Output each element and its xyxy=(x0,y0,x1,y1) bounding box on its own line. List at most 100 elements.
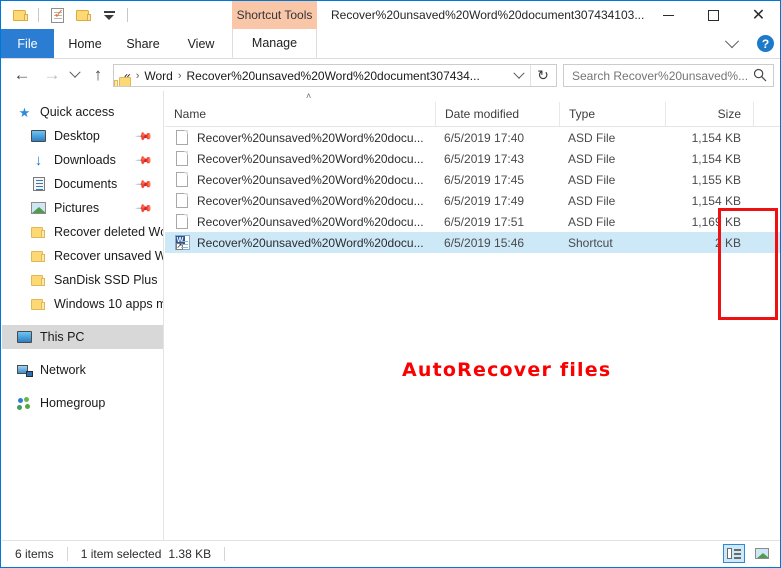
contextual-tab-shortcut-tools: Shortcut Tools xyxy=(232,1,317,29)
large-icons-view-button[interactable] xyxy=(751,544,773,563)
sidebar-item-label: Documents xyxy=(54,177,118,191)
status-selection-size: 1.38 KB xyxy=(168,546,212,561)
document-icon xyxy=(30,177,47,191)
file-date-cell: 6/5/2019 15:46 xyxy=(444,235,525,250)
homegroup-icon xyxy=(16,396,33,410)
pin-icon[interactable]: 📌 xyxy=(135,127,154,146)
table-row[interactable]: Recover%20unsaved%20Word%20docu... 6/5/2… xyxy=(165,169,780,190)
sidebar-item-windows-10-apps[interactable]: Windows 10 apps m xyxy=(2,292,163,316)
file-size-cell: 1,155 KB xyxy=(691,172,741,187)
forward-button[interactable]: → xyxy=(39,62,65,88)
breadcrumb-separator: › xyxy=(135,69,140,82)
sidebar-item-network[interactable]: Network xyxy=(2,358,163,382)
folder-icon xyxy=(30,298,47,311)
file-size-cell: 1,169 KB xyxy=(691,214,741,229)
sidebar-item-desktop[interactable]: Desktop 📌 xyxy=(2,124,163,148)
status-text-group: 6 items 1 item selected 1.38 KB xyxy=(2,541,226,566)
details-view-icon xyxy=(727,548,741,559)
column-header-row: Name Date modified Type Size xyxy=(165,102,780,127)
tab-file[interactable]: File xyxy=(1,29,54,58)
pin-icon[interactable]: 📌 xyxy=(135,199,154,218)
file-size-cell: 1,154 KB xyxy=(691,151,741,166)
tab-view[interactable]: View xyxy=(178,29,224,58)
title-bar: Shortcut Tools Recover%20unsaved%20Word%… xyxy=(1,1,780,29)
address-bar[interactable]: « › Word › Recover%20unsaved%20Word%20do… xyxy=(113,64,557,87)
monitor-icon xyxy=(16,331,33,343)
close-button[interactable]: ✕ xyxy=(736,1,780,29)
table-row[interactable]: ↗ Recover%20unsaved%20Word%20docu... 6/5… xyxy=(165,232,780,253)
file-type-cell: Shortcut xyxy=(568,235,613,250)
sidebar-item-label: SanDisk SSD Plus xyxy=(54,273,158,287)
monitor-icon xyxy=(30,130,47,142)
picture-icon xyxy=(30,202,47,214)
column-header-date-modified[interactable]: Date modified xyxy=(435,102,559,126)
help-icon: ? xyxy=(761,36,770,51)
expand-ribbon-button[interactable] xyxy=(718,29,746,58)
file-date-cell: 6/5/2019 17:40 xyxy=(444,130,525,145)
blank-file-icon xyxy=(174,172,190,187)
navigation-bar: ← → ↑ « › Word › Recover%20unsaved%20Wor… xyxy=(1,59,780,91)
sidebar-item-pictures[interactable]: Pictures 📌 xyxy=(2,196,163,220)
sidebar-item-recover-deleted-word[interactable]: Recover deleted Wc xyxy=(2,220,163,244)
table-row[interactable]: Recover%20unsaved%20Word%20docu... 6/5/2… xyxy=(165,190,780,211)
sidebar-item-this-pc[interactable]: This PC xyxy=(2,325,163,349)
sidebar-item-downloads[interactable]: ↓ Downloads 📌 xyxy=(2,148,163,172)
tab-share[interactable]: Share xyxy=(118,29,168,58)
status-selection-count: 1 item selected xyxy=(80,546,162,561)
search-input[interactable] xyxy=(572,68,750,83)
back-button[interactable]: ← xyxy=(9,62,35,88)
sidebar-item-label: Recover deleted Wc xyxy=(54,225,163,239)
annotation-caption: AutoRecover files xyxy=(402,359,612,381)
blank-file-icon xyxy=(174,193,190,208)
sidebar-item-homegroup[interactable]: Homegroup xyxy=(2,391,163,415)
chevron-down-icon xyxy=(513,67,525,79)
toolbar-divider xyxy=(127,8,128,22)
sidebar-item-label: Windows 10 apps m xyxy=(54,297,163,311)
contextual-tab-label: Shortcut Tools xyxy=(236,8,313,22)
sidebar-item-recover-unsaved-word[interactable]: Recover unsaved W xyxy=(2,244,163,268)
pin-icon[interactable]: 📌 xyxy=(135,151,154,170)
column-header-type[interactable]: Type xyxy=(559,102,665,126)
table-row[interactable]: Recover%20unsaved%20Word%20docu... 6/5/2… xyxy=(165,211,780,232)
word-shortcut-icon: ↗ xyxy=(174,235,190,250)
column-header-size[interactable]: Size xyxy=(665,102,753,126)
refresh-button[interactable]: ↻ xyxy=(530,65,555,86)
file-type-cell: ASD File xyxy=(568,151,616,166)
address-dropdown-button[interactable] xyxy=(508,65,530,86)
table-row[interactable]: Recover%20unsaved%20Word%20docu... 6/5/2… xyxy=(165,127,780,148)
customize-dropdown-icon[interactable] xyxy=(98,4,120,26)
tab-manage[interactable]: Manage xyxy=(232,29,317,58)
file-name-label: Recover%20unsaved%20Word%20docu... xyxy=(197,235,424,250)
sidebar-item-label: Homegroup xyxy=(40,396,106,410)
sidebar-item-sandisk-ssd-plus[interactable]: SanDisk SSD Plus xyxy=(2,268,163,292)
sidebar-item-label: Quick access xyxy=(40,105,115,119)
minimize-button[interactable] xyxy=(646,1,691,29)
details-view-button[interactable] xyxy=(723,544,745,563)
sidebar-item-label: Pictures xyxy=(54,201,100,215)
file-name-cell: Recover%20unsaved%20Word%20docu... xyxy=(165,130,435,145)
search-box[interactable] xyxy=(563,64,774,87)
sidebar-item-documents[interactable]: Documents 📌 xyxy=(2,172,163,196)
breadcrumb-current-folder[interactable]: Recover%20unsaved%20Word%20document30743… xyxy=(186,69,479,83)
table-row[interactable]: Recover%20unsaved%20Word%20docu... 6/5/2… xyxy=(165,148,780,169)
folder-icon xyxy=(30,274,47,287)
sidebar-item-quick-access[interactable]: ★ Quick access xyxy=(2,100,163,124)
file-size-cell: 2 KB xyxy=(714,235,741,250)
recent-locations-button[interactable] xyxy=(65,62,85,88)
refresh-icon: ↻ xyxy=(537,67,549,83)
pin-icon[interactable]: 📌 xyxy=(135,175,154,194)
file-name-cell: Recover%20unsaved%20Word%20docu... xyxy=(165,151,435,166)
properties-icon[interactable] xyxy=(46,4,68,26)
up-one-level-button[interactable]: ↑ xyxy=(85,62,111,88)
new-folder-icon[interactable] xyxy=(72,4,94,26)
network-icon xyxy=(16,364,33,377)
breadcrumb-word[interactable]: Word xyxy=(144,69,172,83)
help-button[interactable]: ? xyxy=(757,35,774,52)
tab-home[interactable]: Home xyxy=(60,29,110,58)
maximize-button[interactable] xyxy=(691,1,736,29)
folder-icon[interactable] xyxy=(9,4,31,26)
column-header-name[interactable]: Name xyxy=(165,102,435,126)
file-name-label: Recover%20unsaved%20Word%20docu... xyxy=(197,193,424,208)
close-icon: ✕ xyxy=(751,5,766,24)
status-bar: 6 items 1 item selected 1.38 KB xyxy=(2,540,780,566)
